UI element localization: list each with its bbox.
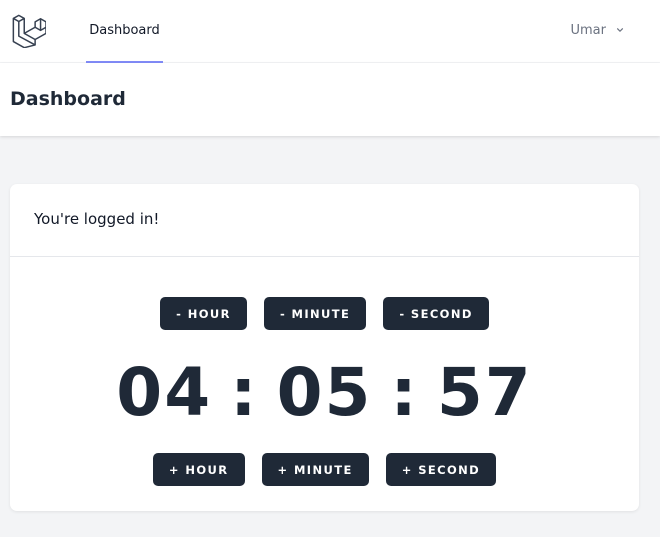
dashboard-card: You're logged in! - Hour - Minute - Seco… [10, 184, 639, 511]
user-name: Umar [570, 22, 607, 38]
timer-hours: 04 [116, 353, 213, 431]
nav-link-dashboard[interactable]: Dashboard [86, 0, 163, 63]
page-header: Dashboard [0, 63, 660, 136]
minus-hour-button[interactable]: - Hour [160, 297, 247, 330]
card-header: You're logged in! [10, 184, 639, 257]
increment-controls: + Hour + Minute + Second [10, 453, 639, 486]
plus-minute-button[interactable]: + Minute [261, 453, 369, 486]
timer-seconds: 57 [436, 353, 533, 431]
decrement-controls: - Hour - Minute - Second [10, 297, 639, 330]
laravel-logo-icon[interactable] [12, 12, 46, 48]
user-dropdown[interactable]: Umar [571, 0, 627, 60]
page-title: Dashboard [10, 88, 126, 110]
timer-minutes: 05 [276, 353, 373, 431]
minus-second-button[interactable]: - Second [383, 297, 489, 330]
top-navigation: Dashboard Umar [0, 0, 660, 63]
timer-separator: : [230, 353, 259, 431]
chevron-down-icon [617, 28, 624, 32]
plus-hour-button[interactable]: + Hour [152, 453, 245, 486]
plus-second-button[interactable]: + Second [385, 453, 497, 486]
timer-display: 04 : 05 : 57 [10, 350, 639, 434]
login-status-message: You're logged in! [34, 210, 160, 228]
timer-separator: : [390, 353, 419, 431]
minus-minute-button[interactable]: - Minute [263, 297, 367, 330]
